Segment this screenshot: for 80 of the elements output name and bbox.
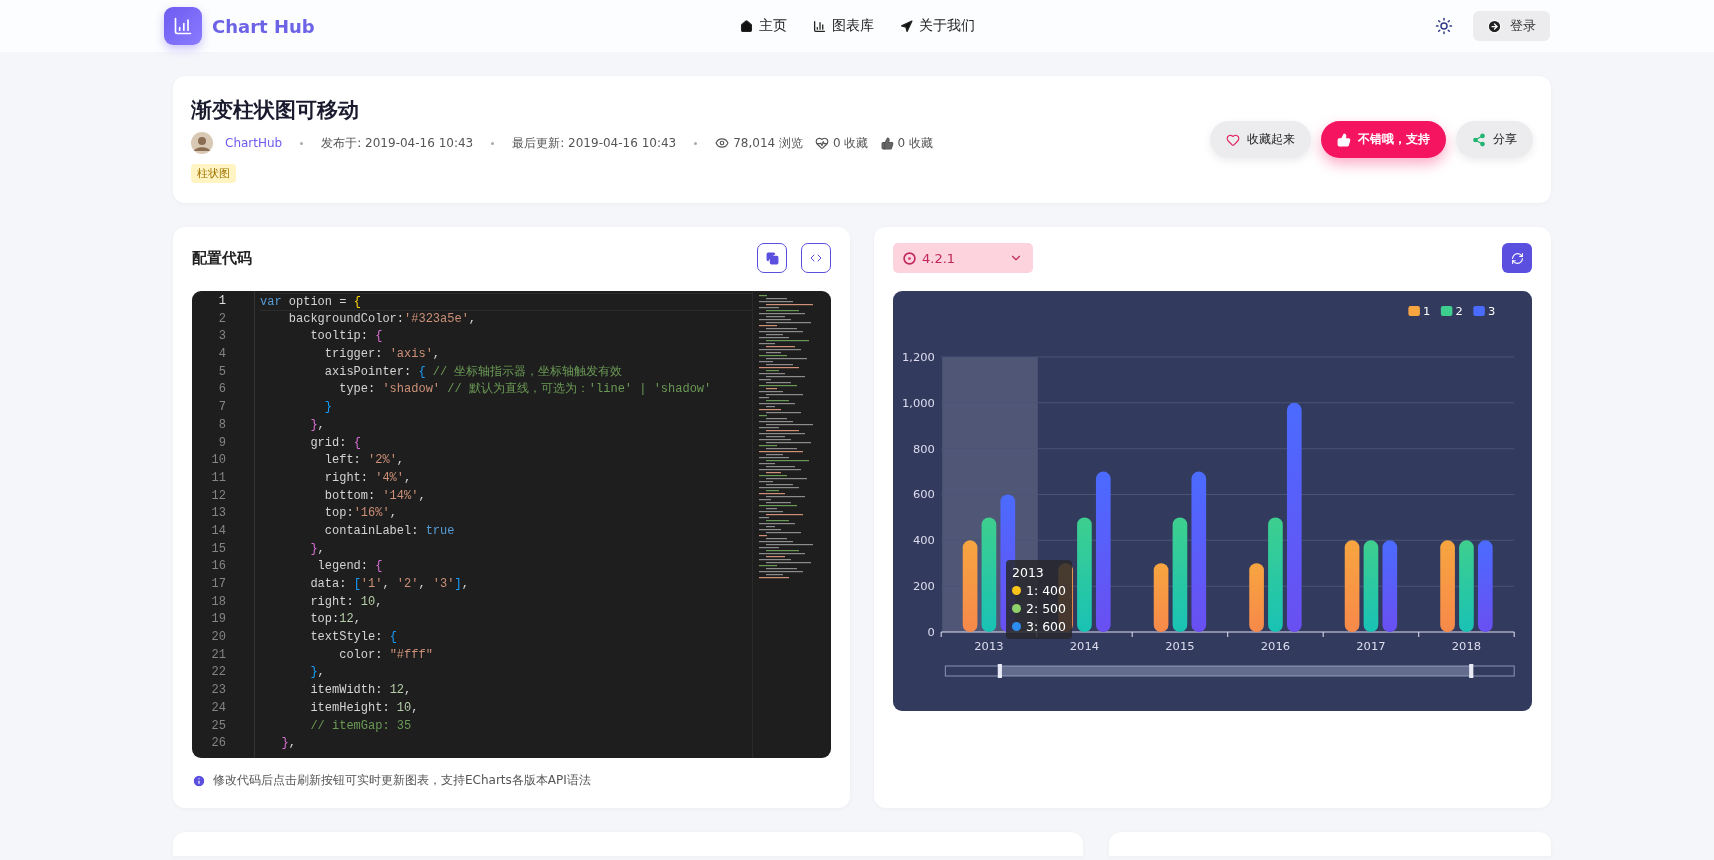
code-line: backgroundColor:'#323a5e', bbox=[287, 310, 478, 328]
x-axis-label: 2016 bbox=[1260, 640, 1291, 653]
line-number: 8 bbox=[217, 416, 227, 434]
view-count: 78,014 浏览 bbox=[733, 134, 804, 152]
y-axis-label: 400 bbox=[912, 534, 935, 548]
line-number: 3 bbox=[217, 328, 227, 346]
panel-title: 配置代码 bbox=[192, 248, 252, 268]
line-number: 7 bbox=[217, 399, 227, 417]
code-line: }, bbox=[309, 540, 326, 558]
line-number: 6 bbox=[217, 381, 227, 399]
x-axis-label: 2017 bbox=[1356, 640, 1386, 653]
line-number: 13 bbox=[210, 505, 227, 523]
like-count: 0 收藏 bbox=[897, 134, 933, 152]
legend-label: 3 bbox=[1488, 305, 1496, 318]
tooltip-value: 2: 500 bbox=[1026, 601, 1066, 616]
page-title: 渐变柱状图可移动 bbox=[191, 97, 360, 124]
code-line: containLabel: true bbox=[323, 522, 456, 540]
code-line: textStyle: { bbox=[309, 629, 398, 647]
line-number: 15 bbox=[210, 540, 227, 558]
line-number: 22 bbox=[210, 664, 227, 682]
code-line: left: '2%', bbox=[323, 452, 406, 470]
code-line: color: "#fff" bbox=[338, 646, 434, 664]
code-line: legend: { bbox=[316, 558, 384, 576]
line-number: 23 bbox=[210, 682, 227, 700]
line-number: 2 bbox=[217, 310, 227, 328]
code-line: type: 'shadow' // 默认为直线，可选为：'line' | 'shadow' bbox=[338, 381, 713, 399]
hint-text: 修改代码后点击刷新按钮可实时更新图表，支持ECharts各版本API语法 bbox=[213, 772, 591, 789]
line-number: 10 bbox=[210, 452, 227, 470]
line-number: 20 bbox=[210, 629, 227, 647]
code-line: data: ['1', '2', '3'], bbox=[309, 576, 470, 593]
code-line: axisPointer: { // 坐标轴指示器，坐标轴触发有效 bbox=[323, 363, 624, 381]
line-number: 16 bbox=[210, 558, 227, 576]
code-line: }, bbox=[280, 735, 297, 753]
line-number: 25 bbox=[210, 717, 227, 735]
y-axis-label: 200 bbox=[912, 580, 935, 594]
publish-date: 发布于: 2019-04-16 10:43 bbox=[321, 134, 474, 152]
code-line: top:12, bbox=[309, 611, 362, 629]
update-date: 最后更新: 2019-04-16 10:43 bbox=[512, 134, 677, 152]
y-axis-label: 1,200 bbox=[901, 351, 935, 364]
tooltip-value: 3: 600 bbox=[1026, 619, 1066, 634]
line-number: 19 bbox=[210, 611, 227, 629]
y-axis-label: 800 bbox=[912, 442, 935, 456]
y-axis-label: 1,000 bbox=[901, 397, 935, 410]
line-number: 9 bbox=[217, 434, 227, 452]
code-line: top:'16%', bbox=[323, 505, 398, 523]
code-line: var option = { bbox=[260, 293, 752, 311]
x-axis-label: 2013 bbox=[974, 640, 1004, 653]
code-line: itemWidth: 12, bbox=[309, 682, 413, 700]
legend-label: 1 bbox=[1423, 305, 1431, 318]
line-number: 4 bbox=[217, 346, 227, 364]
line-number: 14 bbox=[210, 522, 227, 540]
line-number: 24 bbox=[210, 699, 227, 717]
line-number: 26 bbox=[210, 735, 227, 753]
code-line: right: 10, bbox=[309, 593, 384, 611]
line-number: 11 bbox=[210, 469, 227, 487]
code-line: grid: { bbox=[309, 434, 362, 452]
code-line: // itemGap: 35 bbox=[309, 717, 413, 735]
tooltip-value: 1: 400 bbox=[1026, 583, 1066, 598]
code-line: itemHeight: 10, bbox=[309, 699, 420, 717]
code-line: } bbox=[323, 399, 333, 417]
code-line: }, bbox=[309, 664, 326, 682]
y-axis-label: 0 bbox=[927, 626, 935, 639]
line-number: 5 bbox=[217, 363, 227, 381]
code-line: }, bbox=[309, 416, 326, 434]
tooltip-title: 2013 bbox=[1012, 565, 1045, 580]
legend-label: 2 bbox=[1455, 305, 1463, 318]
line-number: 18 bbox=[210, 593, 227, 611]
line-number: 21 bbox=[210, 646, 227, 664]
favorite-count: 0 收藏 bbox=[833, 134, 869, 152]
line-number: 1 bbox=[217, 293, 227, 310]
x-axis-label: 2018 bbox=[1451, 640, 1482, 653]
x-axis-label: 2014 bbox=[1069, 640, 1100, 653]
code-line: bottom: '14%', bbox=[323, 487, 427, 505]
code-line: right: '4%', bbox=[323, 469, 413, 487]
code-line: trigger: 'axis', bbox=[323, 346, 442, 364]
x-axis-label: 2015 bbox=[1165, 640, 1195, 653]
code-line: tooltip: { bbox=[309, 328, 384, 346]
y-axis-label: 600 bbox=[912, 488, 935, 502]
line-number: 17 bbox=[210, 576, 227, 593]
line-number: 12 bbox=[210, 487, 227, 505]
